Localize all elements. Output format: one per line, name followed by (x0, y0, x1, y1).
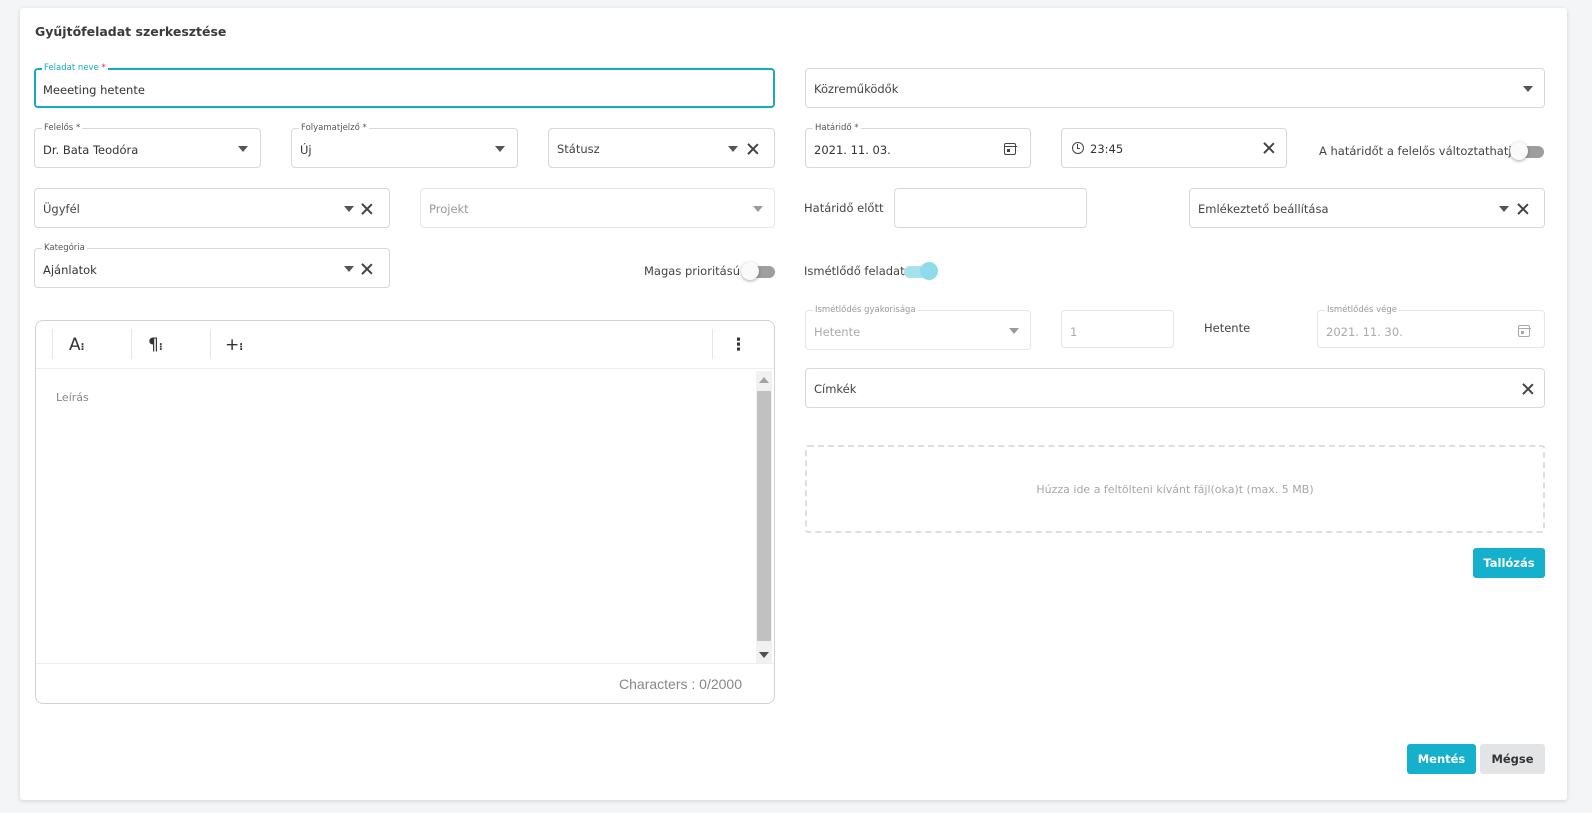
contributors-select[interactable]: Közreműködők (805, 68, 1545, 108)
calendar-icon[interactable] (1517, 325, 1531, 337)
chevron-down-icon (344, 206, 354, 212)
clear-icon[interactable] (1263, 142, 1275, 154)
chevron-down-icon (728, 146, 738, 152)
deadline-date-field[interactable]: Határidő * 2021. 11. 03. (805, 122, 1031, 168)
clear-icon[interactable] (747, 143, 759, 155)
editor-footer: Characters : 0/2000 (36, 663, 774, 703)
task-name-field[interactable]: Feladat neve * Meeeting hetente (34, 62, 775, 108)
clear-icon[interactable] (361, 263, 373, 275)
reminder-select[interactable]: Emlékeztető beállítása (1189, 188, 1545, 228)
chevron-down-icon (1523, 86, 1533, 92)
editor-toolbar: A⁝ ¶⁝ +⁝ ⋮ (36, 321, 774, 369)
scroll-down-icon[interactable] (759, 652, 769, 658)
deadline-label: Határidő * (813, 122, 861, 134)
clock-icon (1072, 142, 1084, 154)
recurrence-end-label: Ismétlődés vége (1325, 304, 1399, 316)
chevron-down-icon (238, 146, 248, 152)
recurrence-frequency-label: Ismétlődés gyakorisága (813, 304, 918, 316)
chevron-down-icon (753, 206, 763, 212)
time-value: 23:45 (1090, 142, 1124, 156)
clear-icon[interactable] (1522, 383, 1534, 395)
browse-button[interactable]: Tallózás (1473, 548, 1545, 578)
save-button[interactable]: Mentés (1407, 744, 1476, 774)
recurrence-frequency-value: Hetente (814, 325, 861, 339)
tags-placeholder: Címkék (814, 382, 857, 396)
chevron-down-icon (495, 146, 505, 152)
project-select: Projekt (420, 188, 775, 228)
font-format-button[interactable]: A⁝ (69, 335, 84, 355)
recurring-toggle[interactable] (904, 262, 938, 280)
category-select[interactable]: Kategória Ajánlatok (34, 242, 390, 288)
status-placeholder: Státusz (557, 142, 600, 156)
recurrence-end-value: 2021. 11. 30. (1326, 325, 1403, 339)
character-count: Characters : 0/2000 (619, 676, 742, 692)
project-placeholder: Projekt (429, 202, 469, 216)
high-priority-label: Magas prioritású (644, 264, 740, 278)
recurring-label: Ismétlődő feladat (804, 264, 905, 278)
description-placeholder[interactable]: Leírás (56, 391, 89, 404)
scroll-thumb[interactable] (757, 391, 771, 641)
page-title: Gyűjtőfeladat szerkesztése (35, 24, 227, 39)
reminder-placeholder: Emlékeztető beállítása (1198, 202, 1329, 216)
before-deadline-input[interactable] (894, 188, 1087, 228)
category-label: Kategória (42, 242, 87, 254)
chevron-down-icon (1009, 328, 1019, 334)
status-select[interactable]: Státusz (548, 128, 775, 168)
chevron-down-icon (344, 266, 354, 272)
recurrence-frequency-select[interactable]: Ismétlődés gyakorisága Hetente (805, 304, 1031, 350)
progress-select[interactable]: Folyamatjelző * Új (291, 122, 518, 168)
clear-icon[interactable] (361, 203, 373, 215)
before-deadline-label: Határidő előtt (804, 201, 884, 215)
recurrence-count-value: 1 (1070, 325, 1078, 339)
calendar-icon[interactable] (1003, 143, 1017, 155)
insert-button[interactable]: +⁝ (225, 335, 243, 355)
chevron-down-icon (1499, 206, 1509, 212)
client-placeholder: Ügyfél (43, 202, 80, 216)
task-name-value: Meeeting hetente (43, 83, 145, 97)
task-edit-card: Gyűjtőfeladat szerkesztése Feladat neve … (20, 8, 1567, 800)
description-editor: A⁝ ¶⁝ +⁝ ⋮ Leírás Characters : 0/2000 (35, 320, 775, 704)
recurrence-unit-label: Hetente (1204, 321, 1251, 335)
dropzone-text: Húzza ide a feltölteni kívánt fájl(oka)t… (1036, 483, 1314, 496)
scroll-up-icon[interactable] (759, 377, 769, 383)
editor-scrollbar[interactable] (756, 371, 772, 663)
responsible-select[interactable]: Felelős * Dr. Bata Teodóra (34, 122, 261, 168)
category-value: Ajánlatok (43, 263, 97, 277)
tags-select[interactable]: Címkék (805, 368, 1545, 408)
recurrence-end-field[interactable]: Ismétlődés vége 2021. 11. 30. (1317, 304, 1545, 348)
more-options-icon[interactable]: ⋮ (730, 335, 747, 355)
cancel-button[interactable]: Mégse (1480, 744, 1545, 774)
deadline-editable-label: A határidőt a felelős változtathatja (1319, 144, 1519, 158)
deadline-editable-toggle[interactable] (1510, 142, 1544, 160)
deadline-time-field[interactable]: 23:45 (1061, 128, 1287, 168)
high-priority-toggle[interactable] (741, 262, 775, 280)
contributors-placeholder: Közreműködők (814, 82, 899, 96)
responsible-label: Felelős * (42, 122, 83, 134)
responsible-value: Dr. Bata Teodóra (43, 143, 139, 157)
recurrence-count-input[interactable]: 1 (1061, 310, 1174, 348)
task-name-label: Feladat neve * (42, 62, 108, 74)
file-dropzone[interactable]: Húzza ide a feltölteni kívánt fájl(oka)t… (805, 445, 1545, 533)
clear-icon[interactable] (1517, 203, 1529, 215)
paragraph-format-button[interactable]: ¶⁝ (148, 335, 163, 355)
progress-label: Folyamatjelző * (299, 122, 369, 134)
client-select[interactable]: Ügyfél (34, 188, 390, 228)
progress-value: Új (300, 143, 312, 157)
deadline-value: 2021. 11. 03. (814, 143, 891, 157)
